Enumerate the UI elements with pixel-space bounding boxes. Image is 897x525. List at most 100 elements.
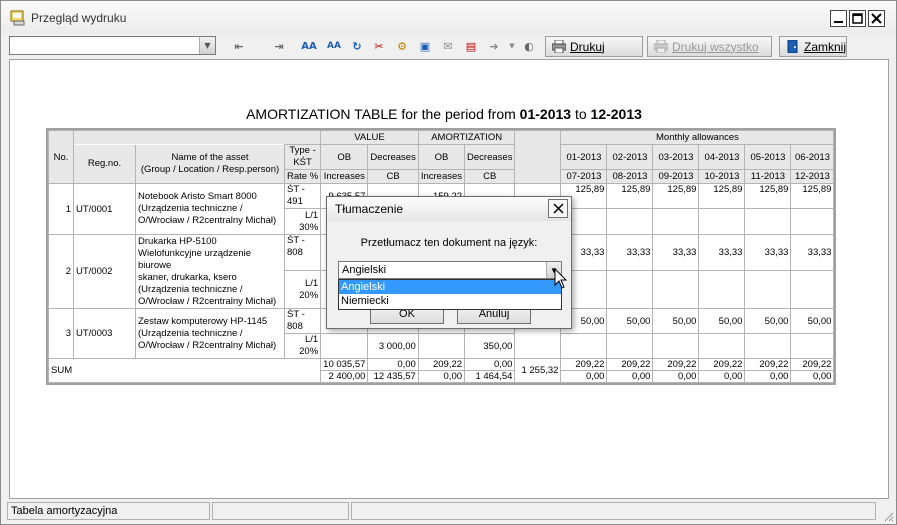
- chevron-down-icon[interactable]: ▼: [199, 37, 215, 54]
- header-value-inc: Increases: [320, 169, 369, 184]
- header-monthly: Monthly allowances: [560, 130, 835, 145]
- door-exit-icon: [787, 40, 798, 53]
- mouse-cursor-icon: [554, 268, 568, 289]
- sum-month-value: 209,22: [698, 358, 746, 371]
- row-asset-name: Zestaw komputerowy HP-1145 (Urządzenia te…: [135, 308, 285, 359]
- period-to: 12-2013: [590, 106, 642, 122]
- row-amort-cb: 350,00: [464, 333, 516, 359]
- header-month-10: 10-2013: [698, 169, 746, 184]
- email-icon[interactable]: ✉: [440, 38, 456, 54]
- sum-amort-dec: 0,00: [464, 358, 516, 371]
- language-select-value: Angielski: [342, 264, 387, 276]
- close-preview-button[interactable]: Zamknij: [779, 36, 847, 57]
- zoom-out-icon[interactable]: AA: [326, 38, 342, 54]
- sum-month-value: 209,22: [606, 358, 654, 371]
- print-all-label: Drukuj wszystko: [672, 39, 759, 54]
- row-no: 2: [48, 234, 74, 309]
- header-month-08: 08-2013: [606, 169, 654, 184]
- toolbar: ▼ ⇤ ⇥ AA AA ↻ ✂ ⚙ ▣ ✉ ▤ ➜ ▼ ◐ Drukuj Dru…: [1, 34, 896, 59]
- minimize-icon: [834, 21, 843, 23]
- row-month-value: 125,89: [790, 183, 835, 209]
- sum-value-ob: 10 035,57: [320, 358, 369, 371]
- row-month-cell: [606, 333, 654, 359]
- sum-amort-cb: 1 464,54: [464, 370, 516, 383]
- row-month-cell: [652, 333, 700, 359]
- maximize-button[interactable]: [849, 10, 866, 27]
- row-month-value: 125,89: [606, 183, 654, 209]
- header-month-07: 07-2013: [560, 169, 608, 184]
- row-month-cell: [698, 208, 746, 235]
- sum-amort-inc: 0,00: [417, 370, 466, 383]
- resize-grip-icon[interactable]: [882, 510, 894, 522]
- header-month-01: 01-2013: [560, 144, 608, 170]
- row-month-value: 50,00: [652, 308, 700, 334]
- row-month-cell: [606, 270, 654, 309]
- row-amort-inc: [417, 333, 466, 359]
- language-dropdown-list: Angielski Niemiecki: [338, 279, 562, 310]
- row-month-value: 33,33: [606, 234, 654, 271]
- dialog-prompt: Przetłumacz ten dokument na język:: [360, 237, 538, 249]
- printer-icon: [552, 40, 566, 53]
- header-month-03: 03-2013: [652, 144, 700, 170]
- row-month-cell: [790, 333, 835, 359]
- row-month-cell: [790, 270, 835, 309]
- row-month-cell: [698, 333, 746, 359]
- row-regno: UT/0003: [73, 308, 136, 359]
- export-dropdown-icon[interactable]: ▼: [504, 38, 520, 54]
- row-month-value: 33,33: [744, 234, 792, 271]
- translate-icon[interactable]: ◐: [521, 38, 537, 54]
- app-icon: [10, 10, 25, 26]
- row-month-cell: [744, 208, 792, 235]
- status-text: Tabela amortyzacyjna: [7, 502, 210, 520]
- header-value-cb: CB: [367, 169, 419, 184]
- sum-month-value: 209,22: [652, 358, 700, 371]
- pdf-icon[interactable]: ▤: [463, 38, 479, 54]
- sum-row: SUM 10 035,57 0,00 209,22 0,00 1 255,32 …: [47, 358, 835, 383]
- header-spacer: [514, 130, 561, 184]
- sum-month-value: 0,00: [652, 370, 700, 383]
- row-no: 1: [48, 183, 74, 235]
- export-icon[interactable]: ➜: [486, 38, 502, 54]
- language-option[interactable]: Niemiecki: [339, 294, 561, 308]
- row-month-cell: [652, 270, 700, 309]
- dialog-title: Tłumaczenie: [335, 202, 404, 216]
- row-regno: UT/0001: [73, 183, 136, 235]
- last-page-icon[interactable]: ⇥: [271, 38, 287, 54]
- header-blank: [72, 130, 322, 145]
- row-month-value: 50,00: [744, 308, 792, 334]
- close-window-button[interactable]: [868, 10, 885, 27]
- doc-title-mid: to: [574, 106, 587, 122]
- header-amort-cb: CB: [464, 169, 516, 184]
- doc-title-prefix: AMORTIZATION TABLE for the period from: [246, 106, 516, 122]
- print-all-button[interactable]: Drukuj wszystko: [647, 36, 772, 57]
- row-value-inc: [320, 333, 369, 359]
- zoom-in-icon[interactable]: AA: [301, 38, 317, 54]
- status-bar: Tabela amortyzacyjna: [1, 501, 896, 524]
- row-month-cell: [652, 208, 700, 235]
- header-month-02: 02-2013: [606, 144, 654, 170]
- print-button[interactable]: Drukuj: [545, 36, 643, 57]
- settings-icon[interactable]: ⚙: [394, 38, 410, 54]
- row-regno: UT/0002: [73, 234, 136, 309]
- sum-month-value: 0,00: [790, 370, 835, 383]
- sum-value-inc: 2 400,00: [320, 370, 369, 383]
- print-label: Drukuj: [570, 39, 605, 54]
- row-type: ŚT - 808: [283, 234, 322, 271]
- translation-dialog: Tłumaczenie Przetłumacz ten dokument na …: [326, 196, 572, 329]
- close-icon: [552, 203, 564, 214]
- period-from: 01-2013: [519, 106, 572, 122]
- refresh-icon[interactable]: ↻: [349, 38, 365, 54]
- language-select[interactable]: Angielski ▼: [338, 261, 562, 279]
- header-value: VALUE: [320, 130, 419, 145]
- row-month-cell: [698, 270, 746, 309]
- report-combo[interactable]: ▼: [9, 36, 216, 55]
- first-page-icon[interactable]: ⇤: [231, 38, 247, 54]
- dialog-close-button[interactable]: [548, 199, 568, 218]
- tools-icon[interactable]: ✂: [371, 38, 387, 54]
- close-preview-label: Zamknij: [804, 39, 847, 54]
- save-icon[interactable]: ▣: [417, 38, 433, 54]
- row-value-cb: 3 000,00: [367, 333, 419, 359]
- language-option[interactable]: Angielski: [339, 280, 561, 294]
- minimize-button[interactable]: [830, 10, 847, 27]
- row-month-value: 50,00: [606, 308, 654, 334]
